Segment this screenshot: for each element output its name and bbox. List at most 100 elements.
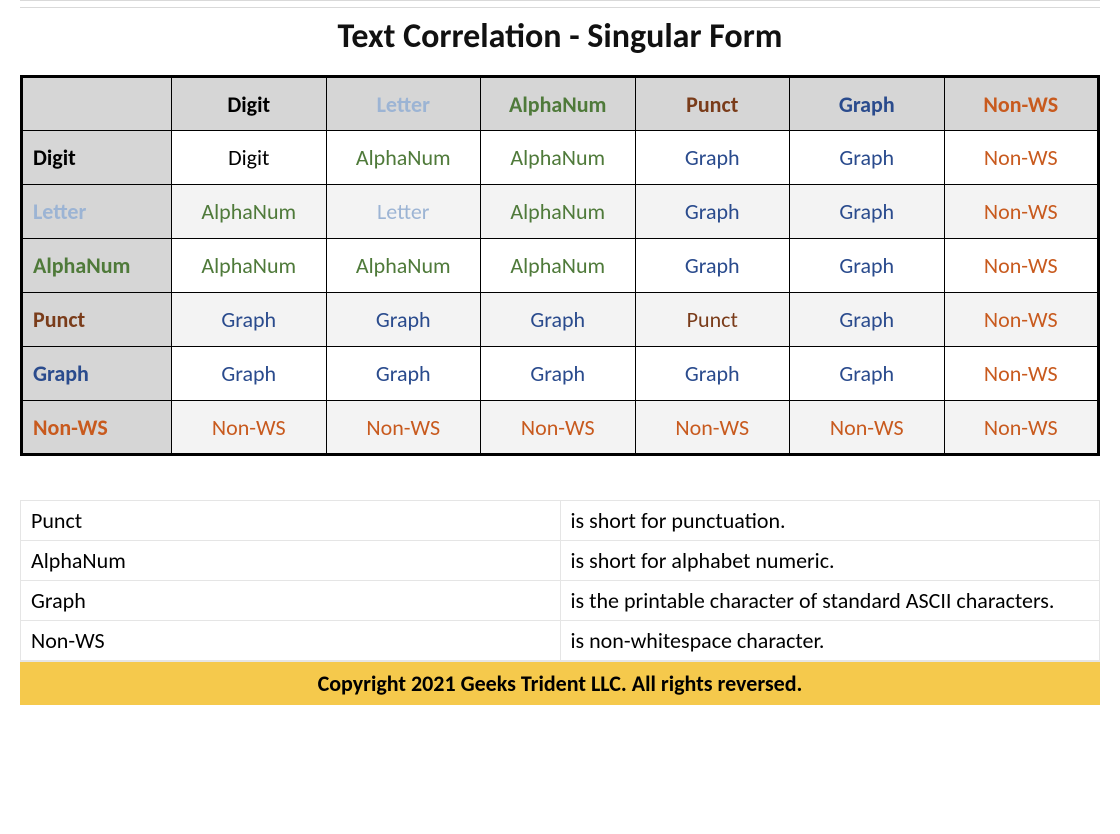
- token-graph: Graph: [685, 360, 740, 387]
- cell: Non-WS: [790, 401, 945, 455]
- note-row: Graphis the printable character of stand…: [21, 580, 1100, 620]
- token-graph: Graph: [839, 306, 894, 333]
- cell: Non-WS: [944, 347, 1099, 401]
- cell: Non-WS: [481, 401, 636, 455]
- table-row: Letter AlphaNum Letter AlphaNum Graph Graph No…: [22, 185, 1099, 239]
- token-digit: Digit: [227, 91, 270, 118]
- token-alphanum: AlphaNum: [509, 91, 606, 118]
- cell: Letter: [326, 185, 481, 239]
- token-nonws: Non-WS: [675, 414, 749, 441]
- cell: Graph: [790, 185, 945, 239]
- cell: Non-WS: [635, 401, 790, 455]
- cell: Non-WS: [326, 401, 481, 455]
- row-header-digit: Digit: [22, 131, 172, 185]
- cell: Non-WS: [944, 293, 1099, 347]
- token-graph: Graph: [530, 306, 585, 333]
- token-digit: Digit: [33, 144, 76, 171]
- cell: Graph: [790, 131, 945, 185]
- token-graph: Graph: [33, 360, 89, 387]
- token-nonws: Non-WS: [983, 91, 1058, 118]
- note-desc: is the printable character of standard A…: [560, 580, 1100, 620]
- notes-body: Punctis short for punctuation.AlphaNumis…: [21, 470, 1100, 660]
- token-letter: Letter: [377, 91, 430, 118]
- cell: Digit: [172, 131, 327, 185]
- note-row: Punctis short for punctuation.: [21, 500, 1100, 540]
- token-nonws: Non-WS: [521, 414, 595, 441]
- page-title: Text Correlation - Singular Form: [20, 16, 1100, 57]
- document-page: Text Correlation - Singular Form Digit Le…: [0, 0, 1120, 725]
- cell: AlphaNum: [172, 239, 327, 293]
- corner-cell: [22, 77, 172, 131]
- cell: Graph: [172, 293, 327, 347]
- token-alphanum: AlphaNum: [356, 144, 451, 171]
- cell: AlphaNum: [481, 185, 636, 239]
- cell: Non-WS: [944, 131, 1099, 185]
- row-header-punct: Punct: [22, 293, 172, 347]
- token-alphanum: AlphaNum: [510, 144, 605, 171]
- col-header-alphanum: AlphaNum: [481, 77, 636, 131]
- token-graph: Graph: [530, 360, 585, 387]
- row-header-graph: Graph: [22, 347, 172, 401]
- cell: Punct: [635, 293, 790, 347]
- cell: AlphaNum: [481, 239, 636, 293]
- col-header-letter: Letter: [326, 77, 481, 131]
- notes-spacer: [21, 470, 1100, 500]
- row-header-nonws: Non-WS: [22, 401, 172, 455]
- cell: Graph: [326, 347, 481, 401]
- token-nonws: Non-WS: [984, 414, 1058, 441]
- table-row: Non-WS Non-WS Non-WS Non-WS Non-WS Non-WS Non-…: [22, 401, 1099, 455]
- note-desc: is non-whitespace character.: [560, 620, 1100, 660]
- token-alphanum: AlphaNum: [201, 198, 296, 225]
- table-row: AlphaNum AlphaNum AlphaNum AlphaNum Graph Gra…: [22, 239, 1099, 293]
- row-header-alphanum: AlphaNum: [22, 239, 172, 293]
- token-nonws: Non-WS: [33, 414, 108, 441]
- table-row: Digit Digit AlphaNum AlphaNum Graph Graph Non-…: [22, 131, 1099, 185]
- copyright-bar: Copyright 2021 Geeks Trident LLC. All ri…: [20, 661, 1100, 705]
- cell: Graph: [635, 131, 790, 185]
- token-graph: Graph: [839, 91, 895, 118]
- token-graph: Graph: [839, 252, 894, 279]
- cell: Graph: [481, 347, 636, 401]
- cell: AlphaNum: [326, 239, 481, 293]
- note-term: AlphaNum: [21, 540, 561, 580]
- token-alphanum: AlphaNum: [510, 252, 605, 279]
- table-row: Graph Graph Graph Graph Graph Graph Non-WS: [22, 347, 1099, 401]
- col-header-digit: Digit: [172, 77, 327, 131]
- token-graph: Graph: [221, 360, 276, 387]
- cell: Graph: [635, 239, 790, 293]
- token-graph: Graph: [685, 144, 740, 171]
- token-nonws: Non-WS: [984, 306, 1058, 333]
- token-graph: Graph: [839, 144, 894, 171]
- top-rule: [20, 0, 1100, 8]
- token-nonws: Non-WS: [830, 414, 904, 441]
- notes-table: Punctis short for punctuation.AlphaNumis…: [20, 470, 1100, 661]
- cell: AlphaNum: [481, 131, 636, 185]
- note-term: Punct: [21, 500, 561, 540]
- cell: Non-WS: [944, 239, 1099, 293]
- token-graph: Graph: [839, 198, 894, 225]
- token-alphanum: AlphaNum: [510, 198, 605, 225]
- cell: Graph: [790, 347, 945, 401]
- token-nonws: Non-WS: [984, 360, 1058, 387]
- token-graph: Graph: [221, 306, 276, 333]
- token-digit: Digit: [228, 144, 269, 171]
- token-alphanum: AlphaNum: [356, 252, 451, 279]
- token-graph: Graph: [685, 198, 740, 225]
- token-letter: Letter: [377, 198, 429, 225]
- table-body: DigitDigitAlphaNumAlphaNumGraphGraphNon-…: [22, 131, 1099, 455]
- token-nonws: Non-WS: [212, 414, 286, 441]
- cell: Graph: [326, 293, 481, 347]
- cell: Graph: [481, 293, 636, 347]
- note-row: Non-WSis non-whitespace character.: [21, 620, 1100, 660]
- note-desc: is short for alphabet numeric.: [560, 540, 1100, 580]
- cell: Graph: [790, 239, 945, 293]
- cell: AlphaNum: [172, 185, 327, 239]
- col-header-graph: Graph: [790, 77, 945, 131]
- token-nonws: Non-WS: [984, 144, 1058, 171]
- token-nonws: Non-WS: [984, 198, 1058, 225]
- note-desc: is short for punctuation.: [560, 500, 1100, 540]
- note-term: Graph: [21, 580, 561, 620]
- token-letter: Letter: [33, 198, 86, 225]
- token-nonws: Non-WS: [366, 414, 440, 441]
- token-alphanum: AlphaNum: [201, 252, 296, 279]
